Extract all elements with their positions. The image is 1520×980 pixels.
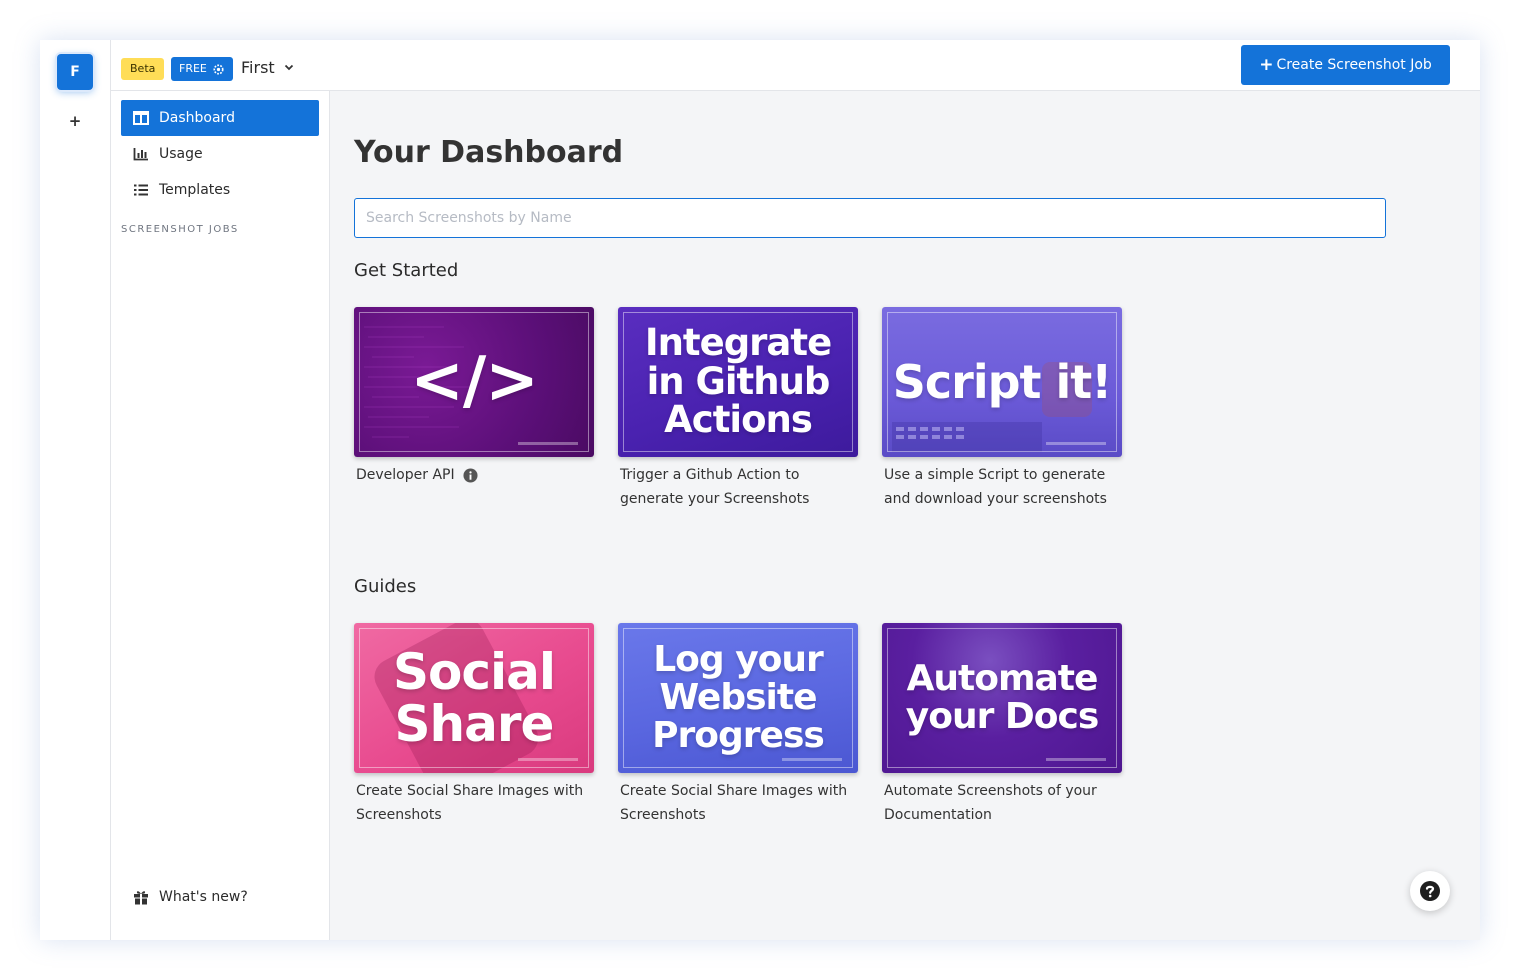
- sidebar-item-label: Usage: [159, 146, 203, 162]
- image-credit: [1046, 758, 1106, 761]
- app-window: F + Beta FREE First + Create Screenshot …: [40, 40, 1480, 940]
- website-progress-thumbnail[interactable]: Log your Website Progress: [618, 623, 858, 773]
- thumbnail-title: Automate your Docs: [905, 658, 1100, 737]
- image-credit: [518, 758, 578, 761]
- social-share-thumbnail[interactable]: Social Share: [354, 623, 594, 773]
- card-website-progress[interactable]: Log your Website Progress Create Social …: [618, 623, 858, 827]
- create-screenshot-job-label: Create Screenshot Job: [1276, 57, 1432, 73]
- main-content: Your Dashboard Get Started </>: [330, 91, 1480, 940]
- card-automate-docs[interactable]: Automate your Docs Automate Screenshots …: [882, 623, 1122, 827]
- org-rail: F +: [40, 40, 111, 940]
- card-caption: Trigger a Github Action to generate your…: [618, 463, 858, 511]
- caption-text: Use a simple Script to generate and down…: [884, 467, 1107, 507]
- caption-text: Create Social Share Images with Screensh…: [356, 783, 584, 823]
- sidebar-item-usage[interactable]: Usage: [121, 136, 319, 172]
- whats-new-link[interactable]: What's new?: [133, 889, 248, 905]
- card-github-actions[interactable]: Integrate in Github Actions Trigger a Gi…: [618, 307, 858, 511]
- create-screenshot-job-button[interactable]: + Create Screenshot Job: [1241, 45, 1450, 85]
- info-icon[interactable]: [463, 468, 478, 483]
- sidebar: Dashboard Usage Templates SCREENSHOT JOB…: [111, 91, 330, 940]
- automate-docs-thumbnail[interactable]: Automate your Docs: [882, 623, 1122, 773]
- chevron-down-icon[interactable]: [283, 61, 295, 73]
- team-switcher[interactable]: First: [241, 57, 275, 79]
- caption-text: Create Social Share Images with Screensh…: [620, 783, 848, 823]
- plus-icon: +: [1259, 55, 1274, 75]
- plan-badge[interactable]: FREE: [171, 57, 233, 81]
- columns-icon: [133, 111, 149, 125]
- card-script-it[interactable]: Script it! Use a simple Script to genera…: [882, 307, 1122, 511]
- caption-text: Developer API: [356, 467, 455, 483]
- guides-heading: Guides: [354, 576, 417, 597]
- sidebar-item-dashboard[interactable]: Dashboard: [121, 100, 319, 136]
- help-button[interactable]: [1410, 871, 1450, 911]
- thumbnail-title: </>: [410, 344, 539, 419]
- card-caption: Create Social Share Images with Screensh…: [354, 779, 594, 827]
- bar-chart-icon: [133, 148, 148, 161]
- card-caption: Create Social Share Images with Screensh…: [618, 779, 858, 827]
- sidebar-item-templates[interactable]: Templates: [121, 172, 319, 208]
- beta-badge: Beta: [121, 58, 165, 80]
- thumbnail-title: Script it!: [892, 354, 1113, 409]
- whats-new-label: What's new?: [159, 889, 248, 905]
- screenshot-jobs-heading: SCREENSHOT JOBS: [121, 224, 239, 235]
- add-org-button[interactable]: +: [68, 114, 82, 129]
- card-developer-api[interactable]: </> Developer API: [354, 307, 594, 487]
- card-social-share[interactable]: Social Share Create Social Share Images …: [354, 623, 594, 827]
- get-started-heading: Get Started: [354, 260, 459, 281]
- page-title: Your Dashboard: [354, 135, 624, 170]
- thumbnail-title: Social Share: [392, 642, 556, 753]
- card-caption: Use a simple Script to generate and down…: [882, 463, 1122, 511]
- gear-icon: [213, 63, 224, 75]
- image-credit: [518, 442, 578, 445]
- sidebar-item-label: Dashboard: [159, 110, 235, 126]
- search-input[interactable]: [354, 198, 1386, 238]
- caption-text: Automate Screenshots of your Documentati…: [884, 783, 1097, 823]
- github-actions-thumbnail[interactable]: Integrate in Github Actions: [618, 307, 858, 457]
- org-avatar[interactable]: F: [57, 54, 93, 90]
- caption-text: Trigger a Github Action to generate your…: [620, 467, 810, 507]
- card-caption: Automate Screenshots of your Documentati…: [882, 779, 1122, 827]
- top-bar: Beta FREE First + Create Screenshot Job: [111, 40, 1480, 91]
- list-icon: [134, 184, 148, 196]
- developer-api-thumbnail[interactable]: </>: [354, 307, 594, 457]
- thumbnail-title: Integrate in Github Actions: [644, 320, 832, 442]
- plan-label: FREE: [179, 62, 207, 75]
- script-it-thumbnail[interactable]: Script it!: [882, 307, 1122, 457]
- question-icon: [1420, 881, 1440, 901]
- sidebar-item-label: Templates: [159, 182, 231, 198]
- image-credit: [1046, 442, 1106, 445]
- thumbnail-title: Log your Website Progress: [652, 639, 825, 756]
- card-caption: Developer API: [354, 463, 594, 487]
- gift-icon: [134, 890, 148, 904]
- image-credit: [782, 758, 842, 761]
